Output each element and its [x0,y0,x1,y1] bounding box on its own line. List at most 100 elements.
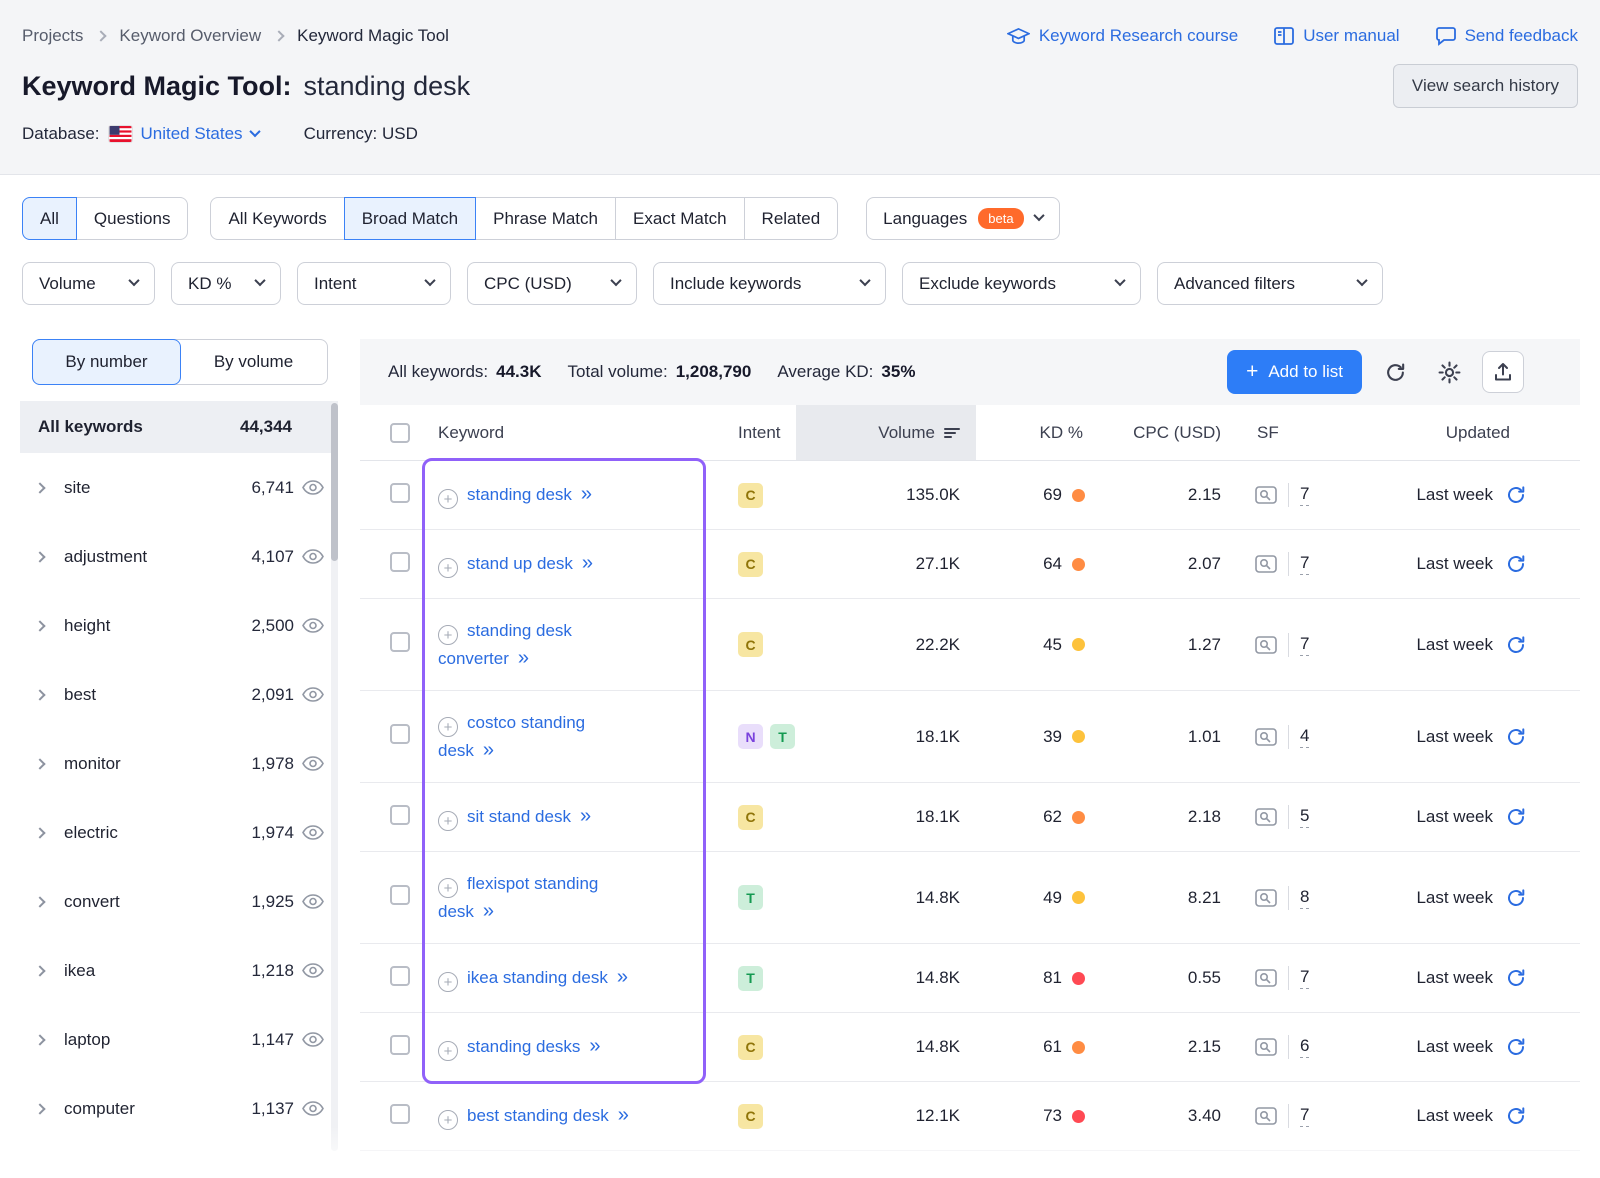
refresh-metrics-icon[interactable] [1506,807,1526,827]
refresh-metrics-icon[interactable] [1506,1106,1526,1126]
keyword-research-course-link[interactable]: Keyword Research course [1007,26,1238,46]
tab-phrase-match[interactable]: Phrase Match [475,197,616,240]
row-checkbox[interactable] [390,552,410,572]
add-keyword-icon[interactable]: + [438,489,458,509]
refresh-metrics-icon[interactable] [1506,635,1526,655]
exclude-keywords-dropdown[interactable]: Exclude keywords [902,262,1141,305]
eye-icon[interactable] [302,756,334,771]
expand-keyword-icon[interactable]: » [483,739,495,761]
sf-count[interactable]: 7 [1300,634,1309,656]
sf-count[interactable]: 4 [1300,726,1309,748]
export-button[interactable] [1482,351,1524,393]
group-row-site[interactable]: site 6,741 [20,453,338,522]
serp-preview-icon[interactable] [1255,555,1277,573]
serp-preview-icon[interactable] [1255,808,1277,826]
row-checkbox[interactable] [390,632,410,652]
toggle-by-number[interactable]: By number [32,339,181,385]
row-checkbox[interactable] [390,805,410,825]
keyword-link[interactable]: best standing desk [467,1106,609,1125]
expand-keyword-icon[interactable]: » [618,1104,630,1126]
expand-keyword-icon[interactable]: » [582,552,594,574]
expand-keyword-icon[interactable]: » [581,483,593,505]
add-keyword-icon[interactable]: + [438,1041,458,1061]
row-checkbox[interactable] [390,724,410,744]
eye-icon[interactable] [302,825,334,840]
keyword-link[interactable]: stand up desk [467,554,573,573]
sf-count[interactable]: 6 [1300,1036,1309,1058]
group-row-computer[interactable]: computer 1,137 [20,1074,338,1143]
refresh-metrics-icon[interactable] [1506,968,1526,988]
row-checkbox[interactable] [390,966,410,986]
serp-preview-icon[interactable] [1255,636,1277,654]
include-keywords-dropdown[interactable]: Include keywords [653,262,886,305]
add-keyword-icon[interactable]: + [438,625,458,645]
table-settings-button[interactable] [1428,351,1470,393]
volume-filter-dropdown[interactable]: Volume [22,262,155,305]
breadcrumb-keyword-overview[interactable]: Keyword Overview [119,26,261,46]
tab-questions[interactable]: Questions [76,197,189,240]
add-keyword-icon[interactable]: + [438,558,458,578]
serp-preview-icon[interactable] [1255,1107,1277,1125]
sf-count[interactable]: 8 [1300,887,1309,909]
refresh-metrics-icon[interactable] [1506,554,1526,574]
expand-keyword-icon[interactable]: » [589,1035,601,1057]
keyword-link[interactable]: flexispot standing desk [438,874,598,922]
keyword-link[interactable]: standing desk [467,485,572,504]
keyword-link[interactable]: standing desk converter [438,621,572,669]
row-checkbox[interactable] [390,1035,410,1055]
group-all-keywords[interactable]: All keywords 44,344 [20,401,338,453]
serp-preview-icon[interactable] [1255,1038,1277,1056]
tab-all[interactable]: All [22,197,77,240]
sf-count[interactable]: 7 [1300,1105,1309,1127]
add-keyword-icon[interactable]: + [438,811,458,831]
view-search-history-button[interactable]: View search history [1393,64,1578,108]
cpc-filter-dropdown[interactable]: CPC (USD) [467,262,637,305]
row-checkbox[interactable] [390,1104,410,1124]
expand-keyword-icon[interactable]: » [617,966,629,988]
advanced-filters-dropdown[interactable]: Advanced filters [1157,262,1383,305]
add-keyword-icon[interactable]: + [438,878,458,898]
eye-icon[interactable] [302,549,334,564]
eye-icon[interactable] [302,1032,334,1047]
intent-filter-dropdown[interactable]: Intent [297,262,451,305]
serp-preview-icon[interactable] [1255,728,1277,746]
row-checkbox[interactable] [390,483,410,503]
sf-count[interactable]: 7 [1300,484,1309,506]
eye-icon[interactable] [302,1101,334,1116]
add-keyword-icon[interactable]: + [438,717,458,737]
refresh-metrics-icon[interactable] [1506,727,1526,747]
expand-keyword-icon[interactable]: » [580,805,592,827]
header-volume[interactable]: Volume [796,405,976,460]
group-row-best[interactable]: best 2,091 [20,660,338,729]
database-selector[interactable]: United States [141,124,259,144]
serp-preview-icon[interactable] [1255,486,1277,504]
add-keyword-icon[interactable]: + [438,972,458,992]
add-keyword-icon[interactable]: + [438,1110,458,1130]
expand-keyword-icon[interactable]: » [518,647,530,669]
row-checkbox[interactable] [390,885,410,905]
keyword-link[interactable]: sit stand desk [467,807,571,826]
tab-broad-match[interactable]: Broad Match [344,197,476,240]
sf-count[interactable]: 5 [1300,806,1309,828]
group-row-electric[interactable]: electric 1,974 [20,798,338,867]
breadcrumb-projects[interactable]: Projects [22,26,83,46]
serp-preview-icon[interactable] [1255,889,1277,907]
refresh-metrics-icon[interactable] [1506,1037,1526,1057]
refresh-table-button[interactable] [1374,351,1416,393]
group-row-height[interactable]: height 2,500 [20,591,338,660]
eye-icon[interactable] [302,894,334,909]
eye-icon[interactable] [302,480,334,495]
keyword-link[interactable]: ikea standing desk [467,968,608,987]
eye-icon[interactable] [302,963,334,978]
sidebar-scrollbar-thumb[interactable] [331,403,338,561]
keyword-link[interactable]: standing desks [467,1037,580,1056]
tab-related[interactable]: Related [744,197,839,240]
toggle-by-volume[interactable]: By volume [180,340,327,384]
sf-count[interactable]: 7 [1300,967,1309,989]
tab-exact-match[interactable]: Exact Match [615,197,745,240]
expand-keyword-icon[interactable]: » [483,900,495,922]
refresh-metrics-icon[interactable] [1506,485,1526,505]
group-row-convert[interactable]: convert 1,925 [20,867,338,936]
user-manual-link[interactable]: User manual [1274,26,1399,46]
kd-filter-dropdown[interactable]: KD % [171,262,281,305]
